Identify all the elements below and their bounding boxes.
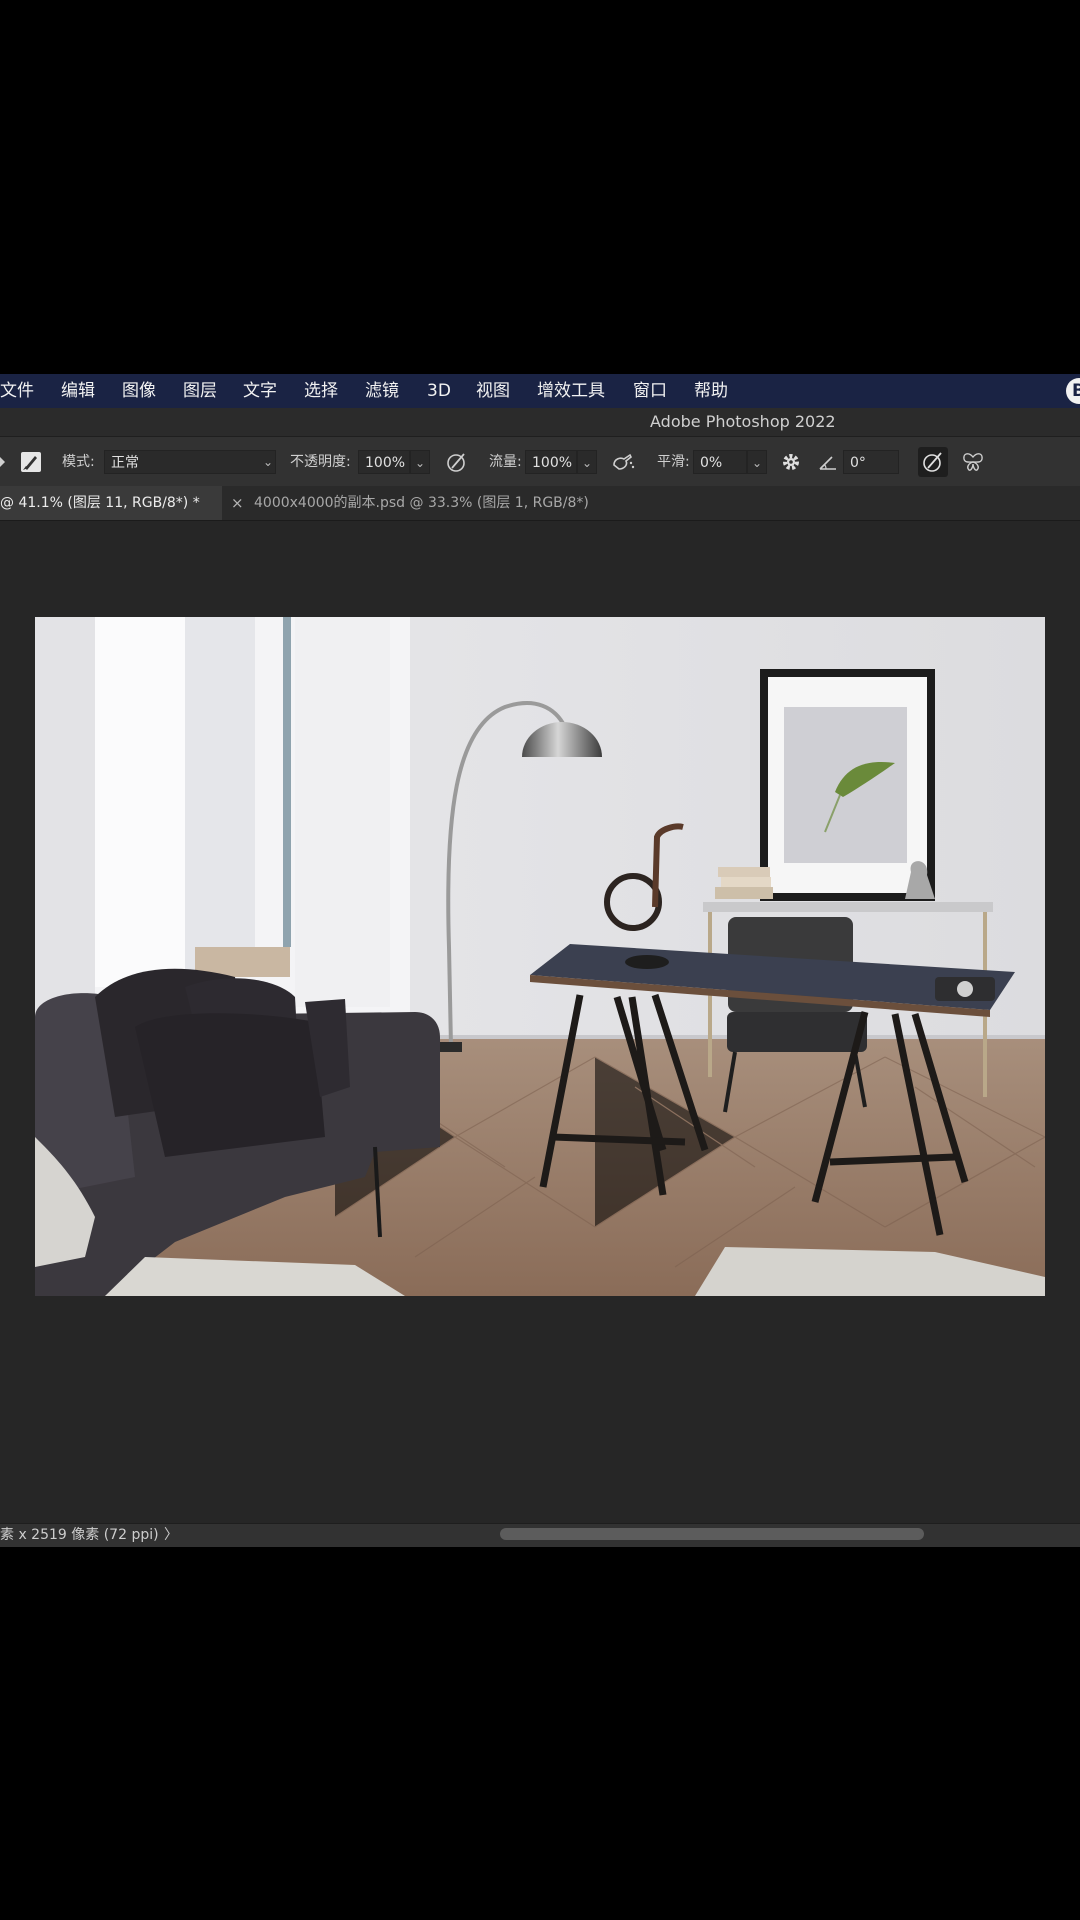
symmetry-butterfly-icon[interactable] [960, 449, 986, 475]
angle-icon [819, 456, 836, 470]
tab-active-label: @ 41.1% (图层 11, RGB/8*) * [0, 495, 200, 511]
opacity-input[interactable]: 100% [358, 450, 410, 474]
menu-view[interactable]: 视图 [476, 374, 510, 408]
menu-image[interactable]: 图像 [122, 374, 156, 408]
flow-input[interactable]: 100% [525, 450, 577, 474]
status-menu-arrow-icon[interactable]: 〉 [164, 1524, 178, 1547]
menu-select[interactable]: 选择 [304, 374, 338, 408]
airbrush-icon[interactable] [610, 449, 636, 475]
flow-label: 流量: [489, 454, 522, 470]
pressure-size-icon[interactable] [918, 447, 948, 477]
menu-bar: 文件 编辑 图像 图层 文字 选择 滤镜 3D 视图 增效工具 窗口 帮助 B [0, 374, 1080, 408]
menu-plugins[interactable]: 增效工具 [537, 374, 605, 408]
menu-type[interactable]: 文字 [243, 374, 277, 408]
app-title: Adobe Photoshop 2022 [650, 412, 836, 431]
brush-settings-icon[interactable] [18, 449, 44, 475]
menu-filter[interactable]: 滤镜 [365, 374, 399, 408]
menu-layer[interactable]: 图层 [183, 374, 217, 408]
gear-icon[interactable] [778, 449, 804, 475]
document-dimensions: 素 x 2519 像素 (72 ppi) [0, 1527, 159, 1543]
room-photo [35, 617, 1045, 1296]
menu-file[interactable]: 文件 [0, 374, 34, 408]
flow-chevron-down-icon[interactable]: ⌄ [577, 450, 597, 474]
title-bar: Adobe Photoshop 2022 [0, 408, 1080, 436]
menu-window[interactable]: 窗口 [633, 374, 667, 408]
smoothing-label: 平滑: [657, 454, 690, 470]
pressure-opacity-icon[interactable] [444, 449, 470, 475]
user-badge-icon[interactable]: B [1066, 378, 1080, 404]
tool-options-bar: 模式: 正常 ⌄ 不透明度: 100% ⌄ 流量: 100% ⌄ 平滑: 0% … [0, 436, 1080, 487]
angle-input[interactable]: 0° [843, 450, 899, 474]
mode-chevron-down-icon[interactable]: ⌄ [258, 450, 278, 474]
opacity-label: 不透明度: [290, 454, 351, 470]
mode-label: 模式: [62, 454, 95, 470]
tab-close-icon[interactable]: × [231, 486, 244, 520]
document-canvas[interactable] [35, 617, 1045, 1296]
menu-3d[interactable]: 3D [427, 374, 451, 408]
document-tab-bar: @ 41.1% (图层 11, RGB/8*) * × 4000x4000的副本… [0, 486, 1080, 521]
opacity-chevron-down-icon[interactable]: ⌄ [410, 450, 430, 474]
smoothing-input[interactable]: 0% [693, 450, 747, 474]
menu-help[interactable]: 帮助 [694, 374, 728, 408]
menu-edit[interactable]: 编辑 [61, 374, 95, 408]
mode-select[interactable]: 正常 [104, 450, 276, 474]
horizontal-scrollbar[interactable] [500, 1528, 924, 1540]
smoothing-chevron-down-icon[interactable]: ⌄ [747, 450, 767, 474]
tool-preset-arrow-icon[interactable] [0, 455, 6, 469]
tab-active-document[interactable]: @ 41.1% (图层 11, RGB/8*) * [0, 486, 222, 520]
tab-inactive-document[interactable]: 4000x4000的副本.psd @ 33.3% (图层 1, RGB/8*) [254, 486, 589, 520]
